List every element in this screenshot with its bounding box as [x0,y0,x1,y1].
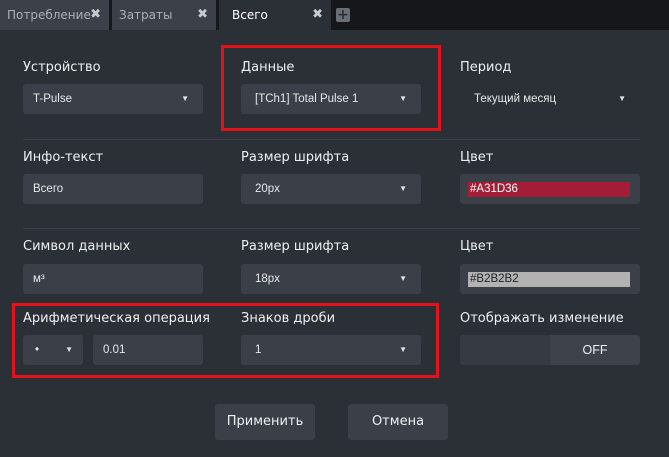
chevron-down-icon: ▼ [181,94,189,103]
tab-total[interactable]: Всего ✖ [219,0,331,30]
device-label: Устройство [23,60,101,75]
toggle-off-state[interactable]: OFF [550,335,640,365]
tab-label: Затраты [119,8,173,22]
highlight-box [12,303,439,378]
tab-costs[interactable]: Затраты ✖ [112,0,216,30]
period-select[interactable]: Текущий месяц ▼ [460,84,640,114]
divider [23,139,640,140]
show-change-toggle[interactable]: OFF [460,335,640,365]
device-select[interactable]: T-Pulse ▼ [23,84,203,114]
chevron-down-icon: ▼ [399,274,407,283]
close-icon[interactable]: ✖ [197,0,208,30]
font-size-value: 20px [255,183,280,195]
close-icon[interactable]: ✖ [312,0,323,30]
info-text-label: Инфо-текст [23,150,104,165]
color-label: Цвет [460,150,494,165]
font-size-label: Размер шрифта [241,239,350,254]
cancel-button[interactable]: Отмена [348,404,448,440]
font-size-select[interactable]: 20px ▼ [241,174,421,204]
font-size-select[interactable]: 18px ▼ [241,264,421,294]
device-value: T-Pulse [33,93,72,105]
color-swatch[interactable]: #A31D36 [468,182,630,197]
info-text-input[interactable]: Всего [23,174,203,204]
data-symbol-label: Символ данных [23,239,131,254]
show-change-label: Отображать изменение [460,311,624,326]
data-symbol-value: м³ [33,273,45,285]
tab-consumption[interactable]: Потребление ✖ [0,0,109,30]
color-swatch[interactable]: #B2B2B2 [468,272,630,287]
info-text-value: Всего [33,183,64,195]
toggle-on-side[interactable] [460,335,550,365]
font-size-label: Размер шрифта [241,150,350,165]
divider [23,228,640,229]
color-picker[interactable]: #B2B2B2 [460,264,640,294]
add-tab-icon[interactable]: + [336,8,350,22]
chevron-down-icon: ▼ [618,94,626,103]
chevron-down-icon: ▼ [399,184,407,193]
tab-label: Потребление [7,8,91,22]
close-icon[interactable]: ✖ [90,0,101,30]
color-picker[interactable]: #A31D36 [460,174,640,204]
font-size-value: 18px [255,273,280,285]
tab-bar: Потребление ✖ Затраты ✖ Всего ✖ + [0,0,669,30]
tab-label: Всего [232,8,268,22]
apply-button[interactable]: Применить [215,404,315,440]
period-value: Текущий месяц [474,93,557,105]
highlight-box [221,45,441,131]
period-label: Период [460,60,512,75]
data-symbol-input[interactable]: м³ [23,264,203,294]
color-label: Цвет [460,239,494,254]
